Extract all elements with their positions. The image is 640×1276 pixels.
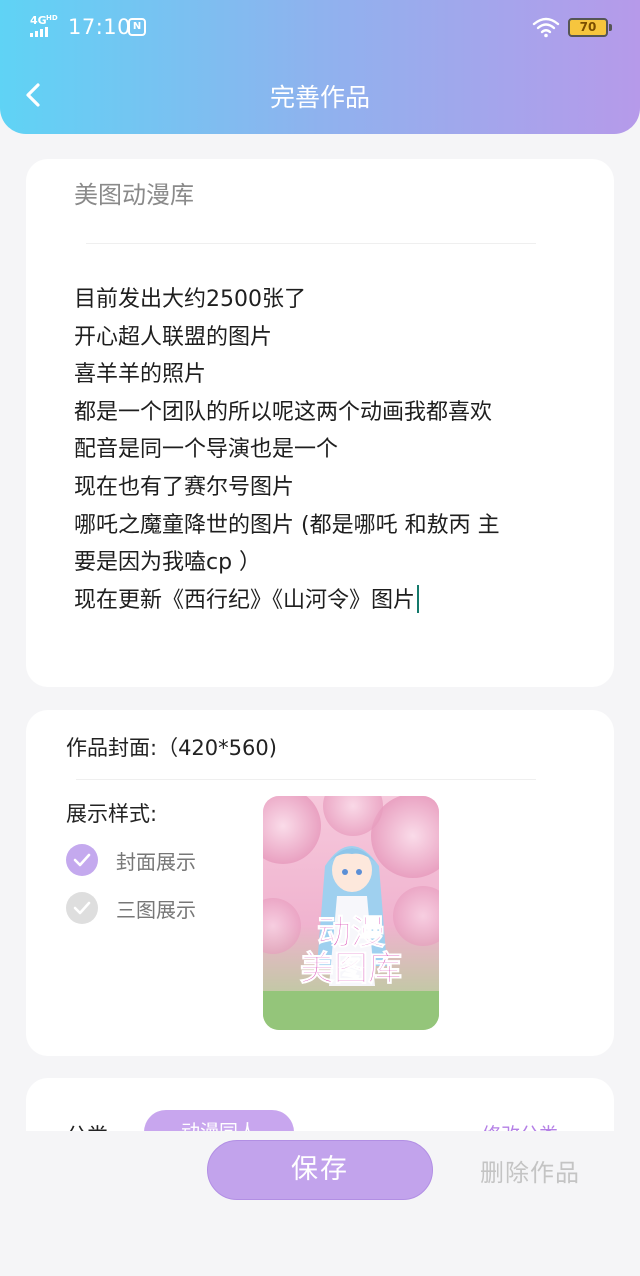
description-line: 配音是同一个导演也是一个 bbox=[74, 437, 339, 463]
style-option-label: 三图展示 bbox=[116, 897, 196, 922]
description-line: 目前发出大约2500张了 bbox=[74, 287, 306, 312]
description-line: 要是因为我嗑cp ） bbox=[74, 550, 262, 576]
signal-icon bbox=[30, 27, 48, 37]
divider bbox=[76, 779, 536, 780]
cover-label: 作品封面:（420*560) bbox=[66, 736, 277, 760]
style-option-three-images[interactable]: 三图展示 bbox=[66, 892, 196, 924]
description-line: 哪吒之魔童降世的图片 (都是哪吒 和敖丙 主 bbox=[74, 512, 500, 538]
divider bbox=[86, 243, 536, 244]
description-line: 喜羊羊的照片 bbox=[74, 362, 207, 388]
delete-work-button[interactable]: 删除作品 bbox=[480, 1153, 580, 1188]
cover-art-title-2: 美图库 bbox=[300, 949, 402, 989]
description-card: 美图动漫库 目前发出大约2500张了 开心超人联盟的图片 喜羊羊的照片 都是一个… bbox=[26, 159, 614, 687]
network-hd: HD bbox=[46, 14, 58, 22]
work-title-input[interactable]: 美图动漫库 bbox=[74, 175, 194, 210]
page-title: 完善作品 bbox=[269, 83, 370, 112]
cover-card: 作品封面:（420*560) 展示样式: 封面展示 三图展示 动漫 美图库 bbox=[26, 710, 614, 1056]
notification-icon: N bbox=[128, 18, 146, 36]
wifi-icon bbox=[532, 17, 560, 38]
text-cursor bbox=[417, 584, 420, 613]
description-line-last: 现在更新《西行纪》《山河令》图片 bbox=[74, 582, 500, 620]
battery-tip bbox=[609, 24, 612, 31]
style-option-label: 封面展示 bbox=[116, 849, 196, 874]
status-time: 17:10 bbox=[68, 15, 132, 39]
description-line: 都是一个团队的所以呢这两个动画我都喜欢 bbox=[74, 399, 493, 425]
status-bar: 4G HD 17:10 N 70 bbox=[0, 0, 640, 56]
display-style-label: 展示样式: bbox=[66, 802, 158, 826]
battery-icon: 70 bbox=[568, 18, 608, 37]
description-line: 现在也有了赛尔号图片 bbox=[74, 474, 295, 500]
style-option-cover[interactable]: 封面展示 bbox=[66, 844, 196, 876]
description-line-text: 现在更新《西行纪》《山河令》图片 bbox=[74, 587, 416, 613]
save-button[interactable]: 保存 bbox=[207, 1140, 433, 1200]
checkmark-icon bbox=[66, 892, 98, 924]
cover-image[interactable]: 动漫 美图库 bbox=[263, 796, 439, 1030]
header-bar: 4G HD 17:10 N 70 完善作品 bbox=[0, 0, 640, 134]
description-textarea[interactable]: 目前发出大约2500张了 开心超人联盟的图片 喜羊羊的照片 都是一个团队的所以呢… bbox=[74, 281, 500, 619]
description-line: 开心超人联盟的图片 bbox=[74, 324, 273, 350]
network-type: 4G bbox=[30, 14, 47, 27]
bottom-action-bar: 保存 删除作品 bbox=[0, 1131, 640, 1276]
checkmark-icon bbox=[66, 844, 98, 876]
cover-art-title-1: 动漫 bbox=[317, 913, 385, 953]
